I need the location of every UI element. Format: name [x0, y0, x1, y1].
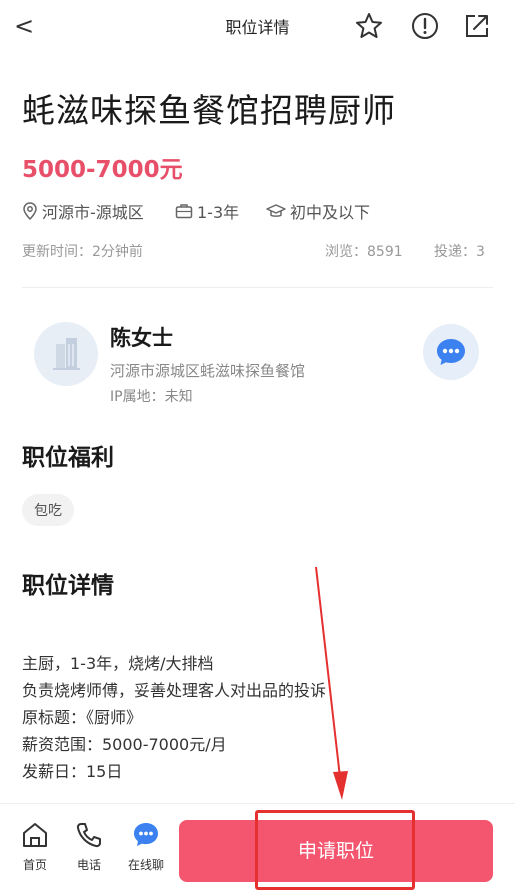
briefcase-icon — [175, 203, 193, 219]
nav-chat[interactable]: 在线聊 — [123, 820, 169, 873]
building-icon — [34, 322, 98, 386]
star-icon[interactable] — [354, 11, 384, 41]
graduation-cap-icon — [266, 203, 286, 219]
description-line: 主厨，1-3年，烧烤/大排档 — [22, 654, 214, 673]
salary: 5000-7000元 — [22, 157, 183, 183]
view-count: 浏览：8591 — [325, 244, 403, 260]
description-line: 负责烧烤师傅，妥善处理客人对出品的投诉 — [22, 681, 327, 700]
phone-icon — [74, 820, 104, 850]
description-line: 薪资范围：5000-7000元/月 — [22, 735, 227, 754]
contact-name: 陈女士 — [110, 326, 173, 350]
job-location: 河源市-源城区 — [22, 199, 144, 223]
nav-phone-label: 电话 — [76, 858, 101, 872]
divider — [22, 287, 493, 288]
description-line: 原标题：《厨师》 — [22, 708, 143, 727]
share-icon[interactable] — [462, 11, 492, 41]
report-icon[interactable] — [410, 11, 440, 41]
detail-title: 职位详情 — [22, 573, 114, 599]
welfare-tag: 包吃 — [22, 494, 74, 526]
home-icon — [20, 820, 50, 850]
nav-phone[interactable]: 电话 — [66, 820, 112, 873]
chat-button[interactable] — [423, 324, 479, 380]
description-line: 发薪日：15日 — [22, 762, 123, 781]
company-name: 河源市源城区蚝滋味探鱼餐馆 — [110, 362, 306, 380]
job-experience: 1-3年 — [175, 199, 239, 223]
job-title: 蚝滋味探鱼餐馆招聘厨师 — [22, 91, 396, 130]
nav-home-label: 首页 — [22, 858, 47, 872]
location-text: 河源市-源城区 — [42, 203, 144, 222]
experience-text: 1-3年 — [197, 203, 240, 222]
nav-chat-label: 在线聊 — [127, 858, 164, 872]
header: < 职位详情 — [0, 0, 515, 56]
updated-time: 更新时间：2分钟前 — [22, 244, 143, 260]
job-description: 主厨，1-3年，烧烤/大排档 负责烧烤师傅，妥善处理客人对出品的投诉 原标题：《… — [22, 650, 326, 785]
chat-bubble-icon — [437, 339, 465, 365]
welfare-title: 职位福利 — [22, 445, 114, 471]
location-icon — [22, 202, 38, 220]
annotation-highlight-box — [255, 810, 415, 890]
chat-bubble-icon — [131, 820, 161, 850]
ip-location: IP属地：未知 — [110, 389, 193, 405]
education-text: 初中及以下 — [290, 203, 371, 222]
apply-count: 投递：3 — [434, 244, 485, 260]
company-card[interactable]: 陈女士 河源市源城区蚝滋味探鱼餐馆 IP属地：未知 — [22, 306, 493, 418]
job-education: 初中及以下 — [266, 199, 370, 223]
nav-home[interactable]: 首页 — [12, 820, 58, 873]
